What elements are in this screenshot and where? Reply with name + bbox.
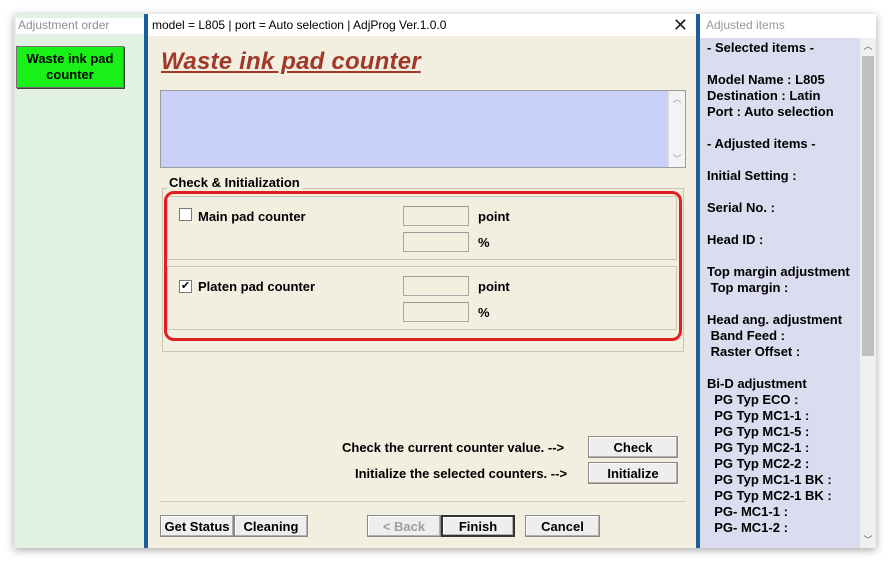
initialize-instruction: Initialize the selected counters. --> — [355, 466, 568, 481]
adjusted-item-line: PG Typ MC2-1 BK : — [707, 488, 832, 503]
check-instruction: Check the current counter value. --> — [342, 440, 565, 455]
adjusted-item-line: Bi-D adjustment — [707, 376, 807, 391]
adjusted-item-line: PG Typ MC2-2 : — [707, 456, 810, 471]
adjusted-item-line: - Selected items - — [707, 40, 814, 55]
adjusted-items-list: - Selected items - Model Name : L805 Desti… — [700, 38, 860, 548]
adjusted-item-line: Top margin : — [707, 280, 789, 295]
adjusted-item-line: PG Typ MC1-1 BK : — [707, 472, 832, 487]
adjusted-item-line: Top margin adjustment — [707, 264, 850, 279]
scroll-thumb[interactable] — [862, 56, 874, 356]
adjustment-order-title: Adjustment order — [16, 18, 144, 34]
main-window: model = L805 | port = Auto selection | A… — [148, 14, 696, 548]
scroll-down-icon[interactable]: ﹀ — [860, 532, 876, 548]
adjusted-item-line: Head ang. adjustment — [707, 312, 843, 327]
adjusted-item-line: PG- MC1-1 : — [707, 504, 788, 519]
adjusted-item-line: Port : Auto selection — [707, 104, 834, 119]
scroll-up-icon[interactable]: ︿ — [860, 38, 876, 54]
highlight-annotation — [164, 191, 682, 341]
adjusted-items-title: Adjusted items — [706, 18, 785, 32]
adjusted-item-line: Head ID : — [707, 232, 764, 247]
waste-ink-pad-counter-button[interactable]: Waste ink pad counter — [16, 46, 124, 88]
adjusted-item-line: Band Feed : — [707, 328, 786, 343]
adjusted-items-scrollbar[interactable]: ︿ ﹀ — [860, 38, 876, 548]
adjustment-order-panel: Adjustment order Waste ink pad counter — [14, 14, 144, 548]
adjusted-item-line: Model Name : L805 — [707, 72, 825, 87]
adjusted-item-line: Destination : Latin — [707, 88, 821, 103]
group-title: Check & Initialization — [167, 175, 302, 190]
cancel-button[interactable]: Cancel — [525, 515, 600, 537]
window-title: model = L805 | port = Auto selection | A… — [152, 18, 447, 32]
message-box[interactable]: ︿ ﹀ — [160, 90, 686, 168]
adjusted-item-line: PG Typ MC1-5 : — [707, 424, 810, 439]
cleaning-button[interactable]: Cleaning — [234, 515, 308, 537]
adjusted-item-line: Raster Offset : — [707, 344, 801, 359]
page-title: Waste ink pad counter — [161, 48, 421, 75]
adjusted-item-line: Initial Setting : — [707, 168, 797, 183]
message-scrollbar[interactable]: ︿ ﹀ — [668, 91, 685, 167]
scroll-down-icon[interactable]: ﹀ — [669, 151, 685, 167]
scroll-up-icon[interactable]: ︿ — [669, 91, 685, 107]
adjusted-items-panel: Adjusted items - Selected items - Model N… — [700, 14, 876, 548]
adjusted-item-line: PG Typ MC2-1 : — [707, 440, 810, 455]
check-button[interactable]: Check — [588, 436, 678, 458]
adjusted-item-line: PG- MC1-2 : — [707, 520, 788, 535]
adjusted-item-line: PG Typ ECO : — [707, 392, 799, 407]
back-button[interactable]: < Back — [367, 515, 441, 537]
adjusted-item-line: - Adjusted items - — [707, 136, 816, 151]
footer-divider — [160, 501, 686, 502]
adjusted-item-line: Serial No. : — [707, 200, 775, 215]
get-status-button[interactable]: Get Status — [160, 515, 234, 537]
initialize-button[interactable]: Initialize — [588, 462, 678, 484]
finish-button[interactable]: Finish — [441, 515, 515, 537]
close-icon[interactable]: ✕ — [673, 15, 688, 35]
title-bar: model = L805 | port = Auto selection | A… — [148, 14, 696, 36]
adjusted-item-line: PG Typ MC1-1 : — [707, 408, 810, 423]
